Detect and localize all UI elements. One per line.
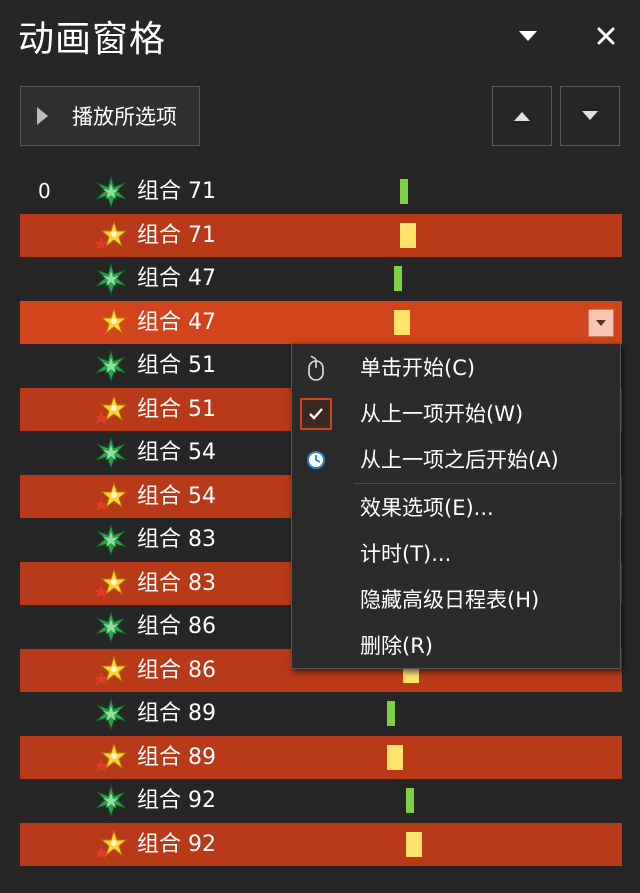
chevron-down-icon [596,319,606,326]
animation-row[interactable]: 0 组合 71 [20,170,622,213]
timeline-bar[interactable] [387,744,403,770]
timeline-bar[interactable] [387,701,395,726]
animation-row[interactable]: 组合 92 [20,822,622,866]
animation-label: 组合 89 [137,744,216,770]
animation-label: 组合 86 [137,657,216,683]
entrance-effect-icon [94,610,128,644]
emphasis-effect-icon [94,219,128,253]
clock-icon [300,444,332,476]
menu-item-label: 隐藏高级日程表(H) [360,588,540,612]
move-up-button[interactable] [492,86,552,146]
animation-label: 组合 89 [137,701,216,726]
emphasis-effect-icon [94,741,128,775]
menu-item-label: 效果选项(E)... [360,496,494,520]
animation-row[interactable]: 组合 89 [20,692,622,735]
animation-label: 组合 92 [137,788,216,813]
menu-item-label: 删除(R) [360,634,433,658]
animation-row[interactable]: 组合 92 [20,779,622,822]
timeline-bar[interactable] [406,831,422,857]
menu-item[interactable]: 删除(R) [292,624,620,668]
check-icon [300,398,332,430]
play-icon [37,107,48,125]
pane-options-chevron-icon[interactable] [508,18,548,54]
arrow-up-icon [514,112,530,121]
timing-context-menu: 单击开始(C) 从上一项开始(W) 从上一项之后开始(A) 效果选项(E)... 计时(… [291,343,621,669]
entrance-effect-icon [94,349,128,383]
menu-item[interactable]: 从上一项开始(W) [292,392,620,436]
sequence-number: 0 [38,179,51,203]
animation-label: 组合 71 [137,222,216,248]
timeline-bar[interactable] [400,179,408,204]
animation-label: 组合 54 [137,483,216,509]
menu-item[interactable]: 隐藏高级日程表(H) [292,578,620,622]
pane-title: 动画窗格 [18,19,167,60]
emphasis-effect-icon [94,480,128,514]
animation-label: 组合 51 [137,353,216,378]
arrow-down-icon [582,111,598,120]
timeline-bar[interactable] [406,788,414,813]
timeline-bar[interactable] [394,309,410,335]
entrance-effect-icon [94,436,128,470]
animation-row[interactable]: 组合 47 [20,300,622,344]
animation-label: 组合 51 [137,396,216,422]
animation-row[interactable]: 组合 71 [20,213,622,257]
animation-label: 组合 83 [137,527,216,552]
play-selected-button[interactable]: 播放所选项 [20,86,200,146]
menu-item-label: 从上一项开始(W) [360,402,524,426]
menu-item[interactable]: 从上一项之后开始(A) [292,438,620,482]
menu-item-label: 单击开始(C) [360,356,476,380]
animation-label: 组合 92 [137,831,216,857]
timeline-bar[interactable] [400,222,416,248]
play-selected-label: 播放所选项 [72,105,177,129]
emphasis-effect-icon [94,567,128,601]
close-icon[interactable] [586,18,626,54]
animation-label: 组合 71 [137,179,216,204]
animation-label: 组合 47 [137,309,216,335]
emphasis-effect-icon [94,654,128,688]
emphasis-effect-icon [94,393,128,427]
move-down-button[interactable] [560,86,620,146]
animation-row[interactable]: 组合 47 [20,257,622,300]
animation-label: 组合 47 [137,266,216,291]
mouse-icon [300,352,332,384]
menu-item[interactable]: 计时(T)... [292,532,620,576]
timeline-bar[interactable] [394,266,402,291]
entrance-effect-icon [94,523,128,557]
entrance-effect-icon [94,175,128,209]
entrance-effect-icon [94,262,128,296]
animation-label: 组合 86 [137,614,216,639]
menu-item-label: 从上一项之后开始(A) [360,448,559,472]
animation-label: 组合 54 [137,440,216,465]
menu-item[interactable]: 单击开始(C) [292,346,620,390]
menu-item-label: 计时(T)... [360,542,452,566]
menu-item[interactable]: 效果选项(E)... [292,486,620,530]
entrance-effect-icon [94,784,128,818]
entrance-effect-icon [94,697,128,731]
animation-label: 组合 83 [137,570,216,596]
animation-row[interactable]: 组合 89 [20,735,622,779]
emphasis-effect-icon [94,828,128,862]
menu-separator [354,483,616,484]
row-dropdown-button[interactable] [588,308,614,337]
emphasis-effect-icon [94,306,128,340]
